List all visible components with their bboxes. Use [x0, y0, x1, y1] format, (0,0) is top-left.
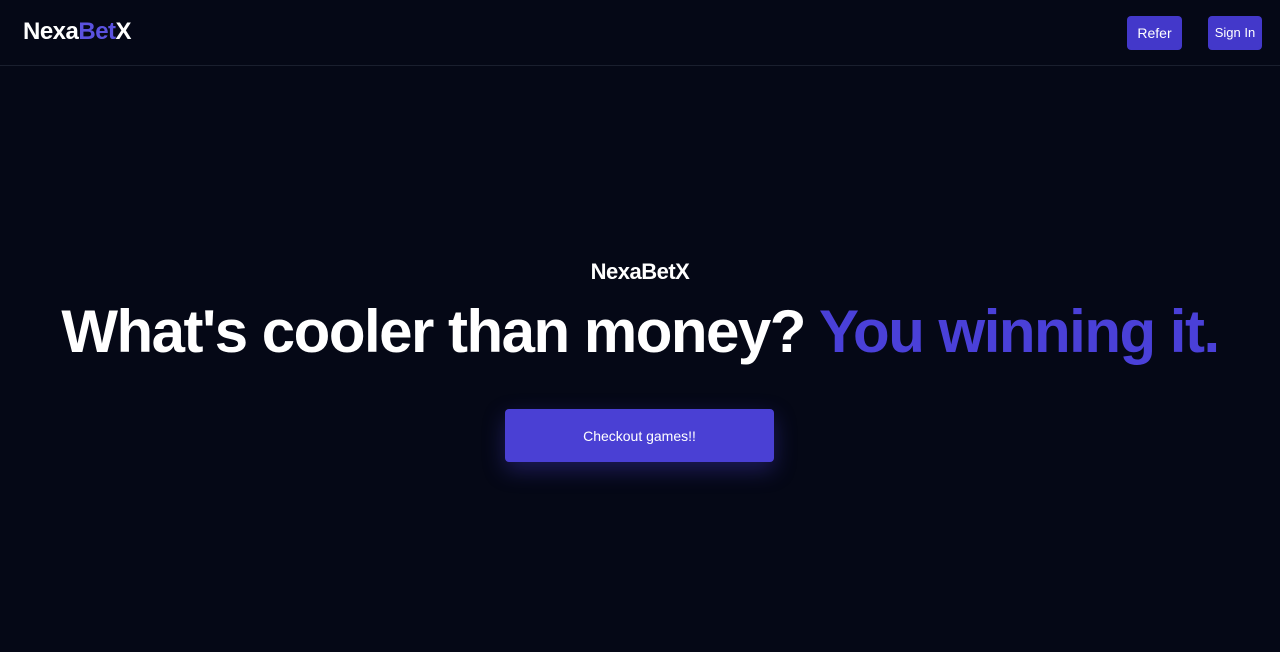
hero-headline: What's cooler than money? You winning it…	[0, 294, 1280, 370]
refer-button[interactable]: Refer	[1127, 16, 1182, 50]
checkout-games-button[interactable]: Checkout games!!	[505, 409, 774, 462]
site-logo[interactable]: NexaBetX	[23, 18, 132, 46]
logo-text-x: X	[115, 18, 132, 45]
hero-headline-accent: You winning it.	[818, 298, 1220, 365]
hero-brand-name: NexaBetX	[590, 259, 690, 284]
top-navbar: NexaBetX Refer Sign In	[0, 0, 1280, 66]
sign-in-button[interactable]: Sign In	[1208, 16, 1262, 50]
logo-text-nexa: Nexa	[23, 18, 79, 45]
hero-headline-main: What's cooler than money?	[61, 298, 806, 365]
logo-text-bet: Bet	[78, 18, 116, 45]
